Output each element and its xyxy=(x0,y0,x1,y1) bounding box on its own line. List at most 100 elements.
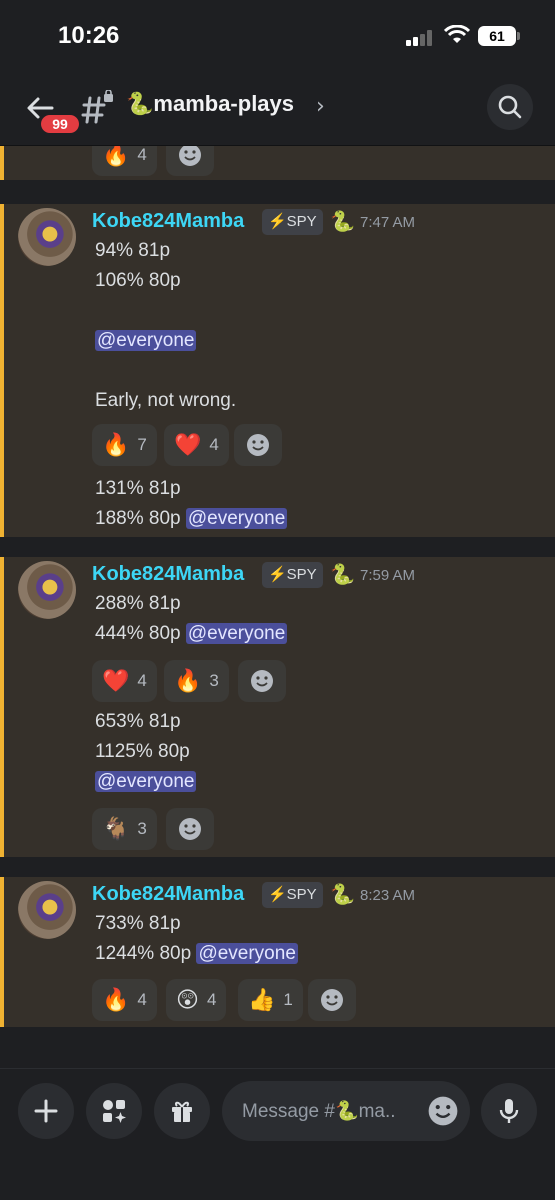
heart-emoji: ❤️ xyxy=(174,432,202,458)
reaction-fire[interactable]: 🔥 4 xyxy=(92,146,157,176)
mention-line: 1244% 80p @everyone xyxy=(95,943,298,965)
message-partial: 🔥 4 xyxy=(0,146,555,180)
author-name[interactable]: Kobe824Mamba xyxy=(92,563,244,586)
add-reaction-button[interactable] xyxy=(308,979,356,1021)
astonished-emoji: 😲 xyxy=(176,987,199,1013)
mention-line: 188% 80p @everyone xyxy=(95,508,288,530)
reaction-count: 4 xyxy=(137,990,147,1009)
thumbs-up-emoji: 👍 xyxy=(248,987,276,1013)
message-line: 131% 81p xyxy=(95,478,181,499)
everyone-mention[interactable]: @everyone xyxy=(95,771,197,792)
reaction-fire[interactable]: 🔥 3 xyxy=(164,660,229,702)
message-text: 1244% 80p xyxy=(95,943,192,964)
fire-emoji: 🔥 xyxy=(102,432,130,458)
message-group-2: Kobe824Mamba ⚡SPY 🐍 7:59 AM 288% 81p 444… xyxy=(0,557,555,857)
apps-button[interactable] xyxy=(86,1083,142,1139)
role-emoji: 🐍 xyxy=(330,882,355,906)
search-icon xyxy=(498,95,522,119)
fire-emoji: 🔥 xyxy=(102,987,130,1013)
add-reaction-button[interactable] xyxy=(166,808,214,850)
server-tag[interactable]: ⚡SPY xyxy=(262,562,323,588)
gift-button[interactable] xyxy=(154,1083,210,1139)
reaction-count: 4 xyxy=(206,990,217,1009)
chat-scroll[interactable]: 🔥 4 Kobe824Mamba ⚡SPY 🐍 7:47 AM 94% 81p … xyxy=(0,146,555,1068)
reaction-count: 3 xyxy=(137,819,147,838)
smiley-add-icon xyxy=(251,670,273,692)
message-group-1: Kobe824Mamba ⚡SPY 🐍 7:47 AM 94% 81p 106%… xyxy=(0,204,555,537)
channel-name[interactable]: 🐍mamba-plays xyxy=(126,91,294,117)
mention-line: @everyone xyxy=(95,771,197,793)
status-bar: 10:26 61 xyxy=(0,0,555,72)
battery-indicator: 61 xyxy=(478,26,520,46)
server-tag[interactable]: ⚡SPY xyxy=(262,882,323,908)
reaction-fire[interactable]: 🔥 7 xyxy=(92,424,157,466)
gift-icon xyxy=(172,1101,192,1122)
everyone-mention[interactable]: @everyone xyxy=(196,943,298,964)
heart-emoji: ❤️ xyxy=(102,668,130,694)
voice-message-button[interactable] xyxy=(481,1083,537,1139)
search-button[interactable] xyxy=(487,84,533,130)
locked-channel-hash-icon xyxy=(81,90,113,124)
fire-emoji: 🔥 xyxy=(102,146,130,168)
plus-icon xyxy=(34,1099,58,1123)
role-emoji: 🐍 xyxy=(330,562,355,586)
avatar[interactable] xyxy=(18,208,76,266)
smiley-add-icon xyxy=(179,146,201,166)
message-line: 94% 81p xyxy=(95,240,171,261)
message-composer: Message #🐍ma.. xyxy=(0,1068,555,1200)
mention-line: 444% 80p @everyone xyxy=(95,623,288,645)
avatar[interactable] xyxy=(18,561,76,619)
timestamp: 7:59 AM xyxy=(360,567,416,584)
timestamp: 8:23 AM xyxy=(360,887,416,904)
apps-icon xyxy=(103,1100,126,1123)
reaction-astonished[interactable]: 😲 4 xyxy=(166,979,227,1021)
author-name[interactable]: Kobe824Mamba xyxy=(92,883,244,906)
server-tag[interactable]: ⚡SPY xyxy=(262,209,323,235)
mention-line: @everyone xyxy=(95,330,197,352)
channel-header: 🐍mamba-plays › xyxy=(0,72,555,146)
wifi-icon xyxy=(444,25,470,43)
fire-emoji: 🔥 xyxy=(174,668,202,694)
add-reaction-button[interactable] xyxy=(238,660,286,702)
timestamp: 7:47 AM xyxy=(360,214,416,231)
smiley-add-icon xyxy=(247,434,269,456)
everyone-mention[interactable]: @everyone xyxy=(185,623,288,644)
message-line: Early, not wrong. xyxy=(95,390,237,411)
message-text: 188% 80p xyxy=(95,508,181,529)
reaction-count: 4 xyxy=(137,671,147,690)
microphone-icon xyxy=(499,1099,519,1123)
message-text: 444% 80p xyxy=(95,623,181,644)
role-emoji: 🐍 xyxy=(330,209,355,233)
signal-icon xyxy=(406,30,436,46)
reaction-count: 7 xyxy=(137,435,147,454)
add-attachment-button[interactable] xyxy=(18,1083,74,1139)
message-line: 1125% 80p xyxy=(95,741,190,762)
message-line: 106% 80p xyxy=(95,270,181,291)
message-line: 733% 81p xyxy=(95,913,181,934)
message-input[interactable]: Message #🐍ma.. xyxy=(222,1081,470,1141)
reaction-thumbs-up[interactable]: 👍 1 xyxy=(238,979,303,1021)
everyone-mention[interactable]: @everyone xyxy=(95,330,197,351)
avatar[interactable] xyxy=(18,881,76,939)
add-reaction-button[interactable] xyxy=(166,146,214,176)
goat-emoji: 🐐 xyxy=(102,816,130,842)
reaction-heart[interactable]: ❤️ 4 xyxy=(164,424,229,466)
emoji-picker-icon[interactable] xyxy=(426,1094,460,1128)
reaction-count: 4 xyxy=(137,146,147,164)
add-reaction-button[interactable] xyxy=(234,424,282,466)
status-time: 10:26 xyxy=(58,22,120,49)
smiley-add-icon xyxy=(321,989,343,1011)
reaction-fire[interactable]: 🔥 4 xyxy=(92,979,157,1021)
everyone-mention[interactable]: @everyone xyxy=(185,508,288,529)
message-group-3: Kobe824Mamba ⚡SPY 🐍 8:23 AM 733% 81p 124… xyxy=(0,877,555,1027)
reaction-goat[interactable]: 🐐 3 xyxy=(92,808,157,850)
unread-badge: 99 xyxy=(38,112,82,136)
reaction-count: 4 xyxy=(209,435,219,454)
chevron-right-icon[interactable]: › xyxy=(316,94,325,119)
smiley-add-icon xyxy=(179,818,201,840)
author-name[interactable]: Kobe824Mamba xyxy=(92,210,244,233)
reaction-count: 3 xyxy=(209,671,219,690)
reaction-heart[interactable]: ❤️ 4 xyxy=(92,660,157,702)
message-placeholder: Message #🐍ma.. xyxy=(242,1101,396,1122)
message-line: 653% 81p xyxy=(95,711,181,732)
